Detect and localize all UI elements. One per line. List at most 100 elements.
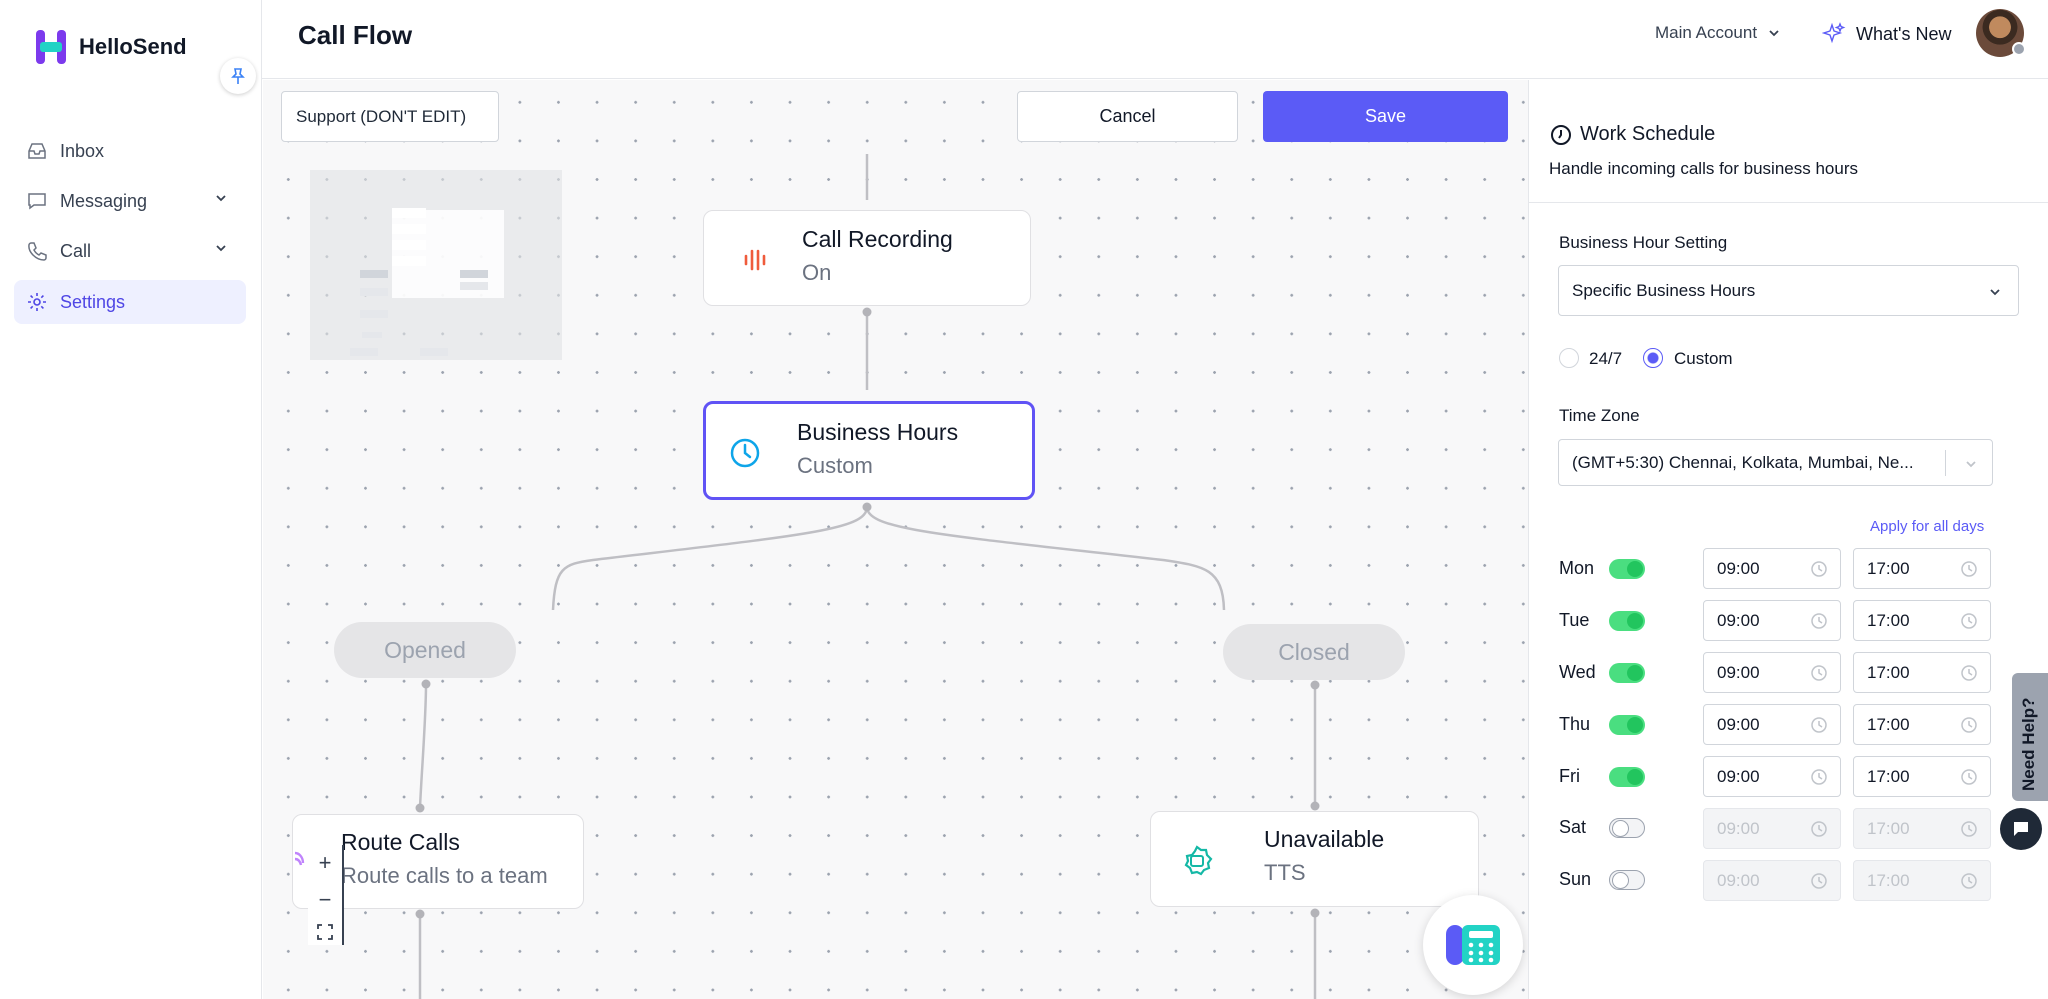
chat-widget-button[interactable] <box>2000 808 2042 850</box>
clock-icon <box>1811 561 1827 577</box>
sidebar-item-label: Inbox <box>60 140 105 161</box>
chevron-down-icon <box>216 245 226 252</box>
sparkle-icon <box>1822 22 1846 44</box>
status-indicator <box>2012 42 2026 56</box>
radio-custom[interactable] <box>1643 348 1663 368</box>
day-label: Fri <box>1559 766 1580 786</box>
clock-icon <box>1961 613 1977 629</box>
end-time-value: 17:00 <box>1867 818 1910 838</box>
radio-custom-label: Custom <box>1674 349 1733 368</box>
select-separator <box>1945 450 1946 476</box>
start-time-value: 09:00 <box>1717 558 1760 578</box>
account-switcher[interactable]: Main Account <box>1655 23 1781 43</box>
start-time-value: 09:00 <box>1717 610 1760 630</box>
dialpad-icon <box>1446 925 1500 965</box>
clock-icon <box>1811 821 1827 837</box>
day-toggle[interactable] <box>1609 715 1645 735</box>
need-help-label: Need Help? <box>2019 697 2038 791</box>
sidebar: HelloSend Inbox Messaging Call Settings <box>0 0 262 999</box>
start-time-input[interactable]: 09:00 <box>1703 600 1841 641</box>
zoom-out-button[interactable]: − <box>319 887 332 913</box>
end-time-input[interactable]: 17:00 <box>1853 808 1991 849</box>
call-recording-node[interactable]: Call Recording On <box>703 210 1031 306</box>
sidebar-item-settings[interactable]: Settings <box>14 280 246 324</box>
end-time-input[interactable]: 17:00 <box>1853 548 1991 589</box>
opened-branch[interactable]: Opened <box>334 622 516 678</box>
sidebar-item-call[interactable]: Call <box>14 229 246 273</box>
chat-icon <box>26 190 48 212</box>
node-title: Route Calls <box>341 829 460 855</box>
radio-247[interactable] <box>1559 348 1579 368</box>
end-time-input[interactable]: 17:00 <box>1853 860 1991 901</box>
need-help-tab[interactable]: Need Help? <box>2012 673 2048 801</box>
day-toggle[interactable] <box>1609 767 1645 787</box>
apply-all-days-link[interactable]: Apply for all days <box>1870 518 1984 535</box>
clock-icon <box>1961 821 1977 837</box>
whats-new-button[interactable]: What's New <box>1822 22 1951 46</box>
end-time-input[interactable]: 17:00 <box>1853 652 1991 693</box>
node-title: Business Hours <box>797 419 959 445</box>
sidebar-item-inbox[interactable]: Inbox <box>14 129 246 173</box>
end-time-input[interactable]: 17:00 <box>1853 756 1991 797</box>
start-time-input[interactable]: 09:00 <box>1703 548 1841 589</box>
whats-new-label: What's New <box>1856 23 1952 44</box>
day-toggle[interactable] <box>1609 559 1645 579</box>
chat-bubble-icon <box>2014 822 2028 836</box>
start-time-input[interactable]: 09:00 <box>1703 808 1841 849</box>
sidebar-item-label: Messaging <box>60 190 148 211</box>
node-title: Call Recording <box>802 226 953 252</box>
day-label: Wed <box>1559 662 1596 682</box>
save-button[interactable]: Save <box>1263 91 1508 142</box>
clock-icon <box>1811 613 1827 629</box>
end-time-value: 17:00 <box>1867 870 1910 890</box>
zoom-controls: + − <box>308 845 344 945</box>
clock-icon <box>1811 769 1827 785</box>
start-time-input[interactable]: 09:00 <box>1703 860 1841 901</box>
start-time-input[interactable]: 09:00 <box>1703 756 1841 797</box>
start-time-value: 09:00 <box>1717 714 1760 734</box>
chevron-down-icon <box>1990 289 2000 296</box>
end-time-input[interactable]: 17:00 <box>1853 600 1991 641</box>
pin-sidebar-button[interactable] <box>220 58 256 94</box>
day-toggle[interactable] <box>1609 663 1645 683</box>
sidebar-item-messaging[interactable]: Messaging <box>14 179 246 223</box>
zoom-in-button[interactable]: + <box>319 850 332 876</box>
top-header: Call Flow Main Account What's New <box>262 0 2048 79</box>
clock-icon <box>1961 873 1977 889</box>
divider <box>1529 202 2048 203</box>
day-label: Sun <box>1559 869 1592 889</box>
panel-title: Work Schedule <box>1550 123 1715 146</box>
clock-icon <box>1551 124 1571 145</box>
end-time-value: 17:00 <box>1867 714 1910 734</box>
gear-icon <box>26 291 48 313</box>
start-time-value: 09:00 <box>1717 662 1760 682</box>
unavailable-node[interactable]: Unavailable TTS <box>1150 811 1479 907</box>
end-time-value: 17:00 <box>1867 766 1910 786</box>
closed-branch[interactable]: Closed <box>1223 624 1405 680</box>
clock-icon <box>1811 665 1827 681</box>
end-time-value: 17:00 <box>1867 662 1910 682</box>
end-time-value: 17:00 <box>1867 610 1910 630</box>
fit-view-icon[interactable] <box>317 923 333 940</box>
chevron-down-icon <box>216 195 226 202</box>
radio-247-label: 24/7 <box>1589 349 1623 368</box>
cancel-button[interactable]: Cancel <box>1017 91 1238 142</box>
start-time-input[interactable]: 09:00 <box>1703 652 1841 693</box>
clock-icon <box>1811 873 1827 889</box>
day-toggle[interactable] <box>1609 611 1645 631</box>
page-title: Call Flow <box>298 20 413 50</box>
end-time-input[interactable]: 17:00 <box>1853 704 1991 745</box>
node-subtitle: On <box>802 260 832 285</box>
timezone-select[interactable]: (GMT+5:30) Chennai, Kolkata, Mumbai, Ne.… <box>1558 439 1993 486</box>
day-toggle[interactable] <box>1609 870 1645 890</box>
start-time-value: 09:00 <box>1717 766 1760 786</box>
sound-wave-icon <box>744 249 766 271</box>
business-hour-select[interactable]: Specific Business Hours <box>1558 265 2019 316</box>
business-hours-node[interactable]: Business Hours Custom <box>703 401 1035 500</box>
dialer-button[interactable] <box>1423 895 1523 995</box>
start-time-input[interactable]: 09:00 <box>1703 704 1841 745</box>
flow-name-field[interactable]: Support (DON'T EDIT) <box>281 91 499 142</box>
clock-icon <box>1961 717 1977 733</box>
day-label: Mon <box>1559 558 1595 578</box>
day-toggle[interactable] <box>1609 818 1645 838</box>
